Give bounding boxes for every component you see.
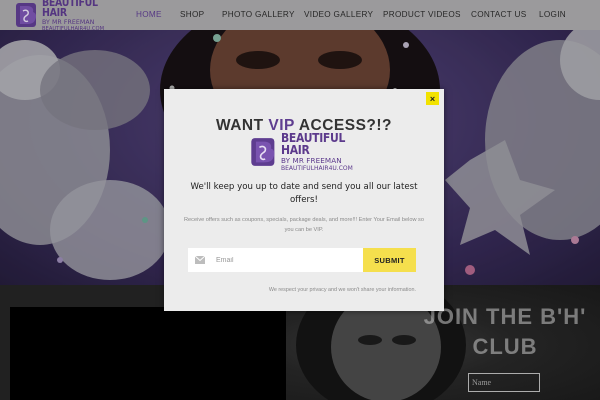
title-prefix: WANT [215, 117, 269, 134]
privacy-note: We respect your privacy and we won't sha… [268, 287, 416, 293]
hair-logo-icon [249, 137, 279, 167]
modal-sub-text: Receive offers such as coupons, specials… [184, 217, 424, 233]
mail-icon [188, 248, 212, 272]
modal-lead-text: We'll keep you up to date and send you a… [190, 182, 418, 205]
close-icon: × [429, 93, 436, 104]
modal-logo-line3: BEAUTIFULHAIR4U.COM [281, 164, 353, 172]
modal-logo: BEAUTIFUL HAIR BY MR FREEMAN BEAUTIFULHA… [249, 132, 359, 171]
vip-modal: × WANT VIP ACCESS?!? BEAUTIFUL HAIR BY M… [164, 89, 444, 311]
page: BEAUTIFUL HAIR BY MR FREEMAN BEAUTIFULHA… [0, 0, 600, 400]
close-button[interactable]: × [426, 92, 439, 105]
modal-logo-line1: BEAUTIFUL HAIR [281, 131, 346, 158]
modal-logo-line2: BY MR FREEMAN [281, 156, 342, 166]
submit-button[interactable]: SUBMIT [363, 248, 416, 272]
